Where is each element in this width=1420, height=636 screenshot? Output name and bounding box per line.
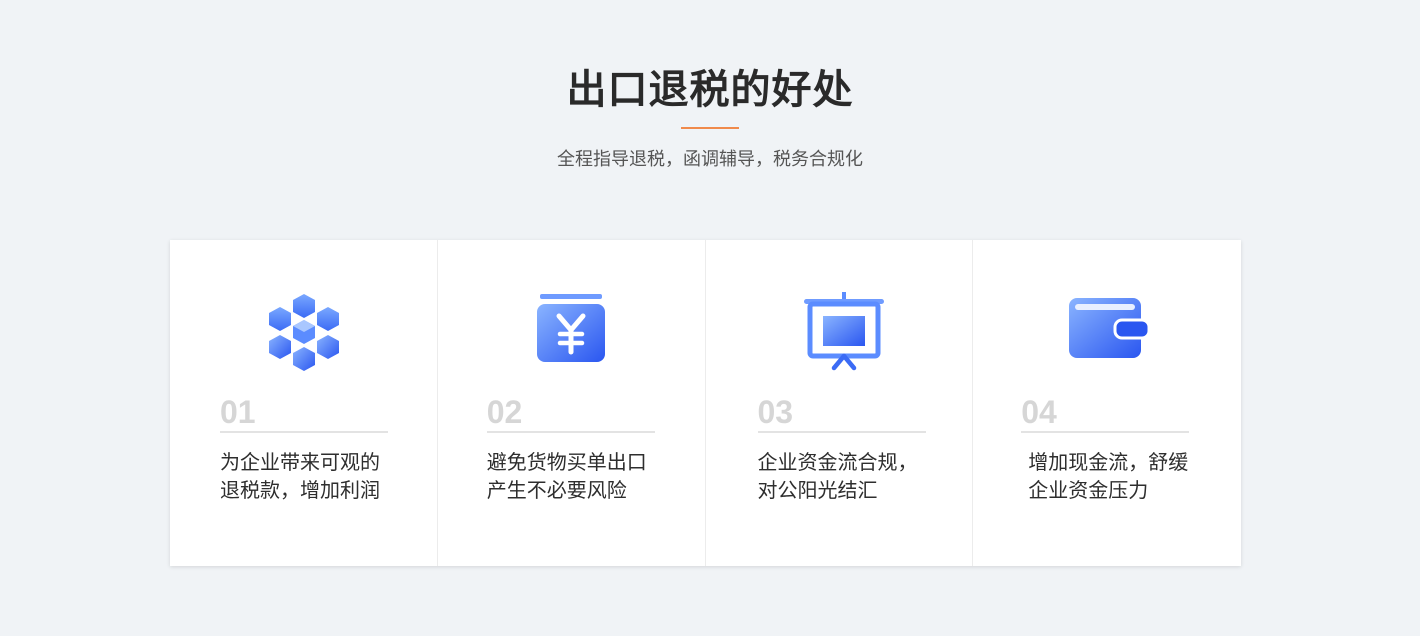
presentation-board-icon <box>803 292 884 371</box>
description-line: 产生不必要风险 <box>486 478 627 502</box>
number-divider <box>486 431 655 433</box>
wallet-icon <box>1069 298 1150 358</box>
benefit-number: 03 <box>757 394 794 430</box>
benefit-description: 企业资金流合规， 对公阳光结汇 <box>758 448 948 504</box>
number-divider <box>1021 431 1190 433</box>
description-line: 增加现金流，舒缓 <box>1028 450 1189 474</box>
title-underline <box>681 127 739 129</box>
blocks-cube-icon <box>269 294 339 371</box>
description-line: 企业资金流合规， <box>757 450 918 474</box>
number-divider <box>757 431 926 433</box>
page-subtitle: 全程指导退税，函调辅导，税务合规化 <box>557 149 863 170</box>
yuan-money-icon <box>536 294 605 362</box>
benefit-card-3: 03 企业资金流合规， 对公阳光结汇 <box>706 240 974 566</box>
benefit-description: 为企业带来可观的 退税款，增加利润 <box>220 448 410 504</box>
benefit-card-2: 02 避免货物买单出口 产生不必要风险 <box>438 240 706 566</box>
benefit-card-4: 04 增加现金流，舒缓 企业资金压力 <box>973 240 1241 566</box>
page-title: 出口退税的好处 <box>566 67 854 113</box>
benefit-description: 增加现金流，舒缓 企业资金压力 <box>1028 448 1218 504</box>
description-line: 退税款，增加利润 <box>220 478 380 502</box>
number-divider <box>220 431 388 433</box>
benefit-number: 01 <box>220 394 256 430</box>
description-line: 为企业带来可观的 <box>220 450 380 474</box>
benefits-panel: 01 为企业带来可观的 退税款，增加利润 02 避免货物买单出口 产生不必要风险 <box>170 240 1241 566</box>
description-line: 企业资金压力 <box>1028 478 1149 502</box>
description-line: 对公阳光结汇 <box>757 478 878 502</box>
description-line: 避免货物买单出口 <box>486 450 647 474</box>
benefit-number: 04 <box>1021 394 1057 430</box>
benefit-card-1: 01 为企业带来可观的 退税款，增加利润 <box>170 240 438 566</box>
benefit-number: 02 <box>486 394 523 430</box>
benefit-description: 避免货物买单出口 产生不必要风险 <box>487 448 677 504</box>
